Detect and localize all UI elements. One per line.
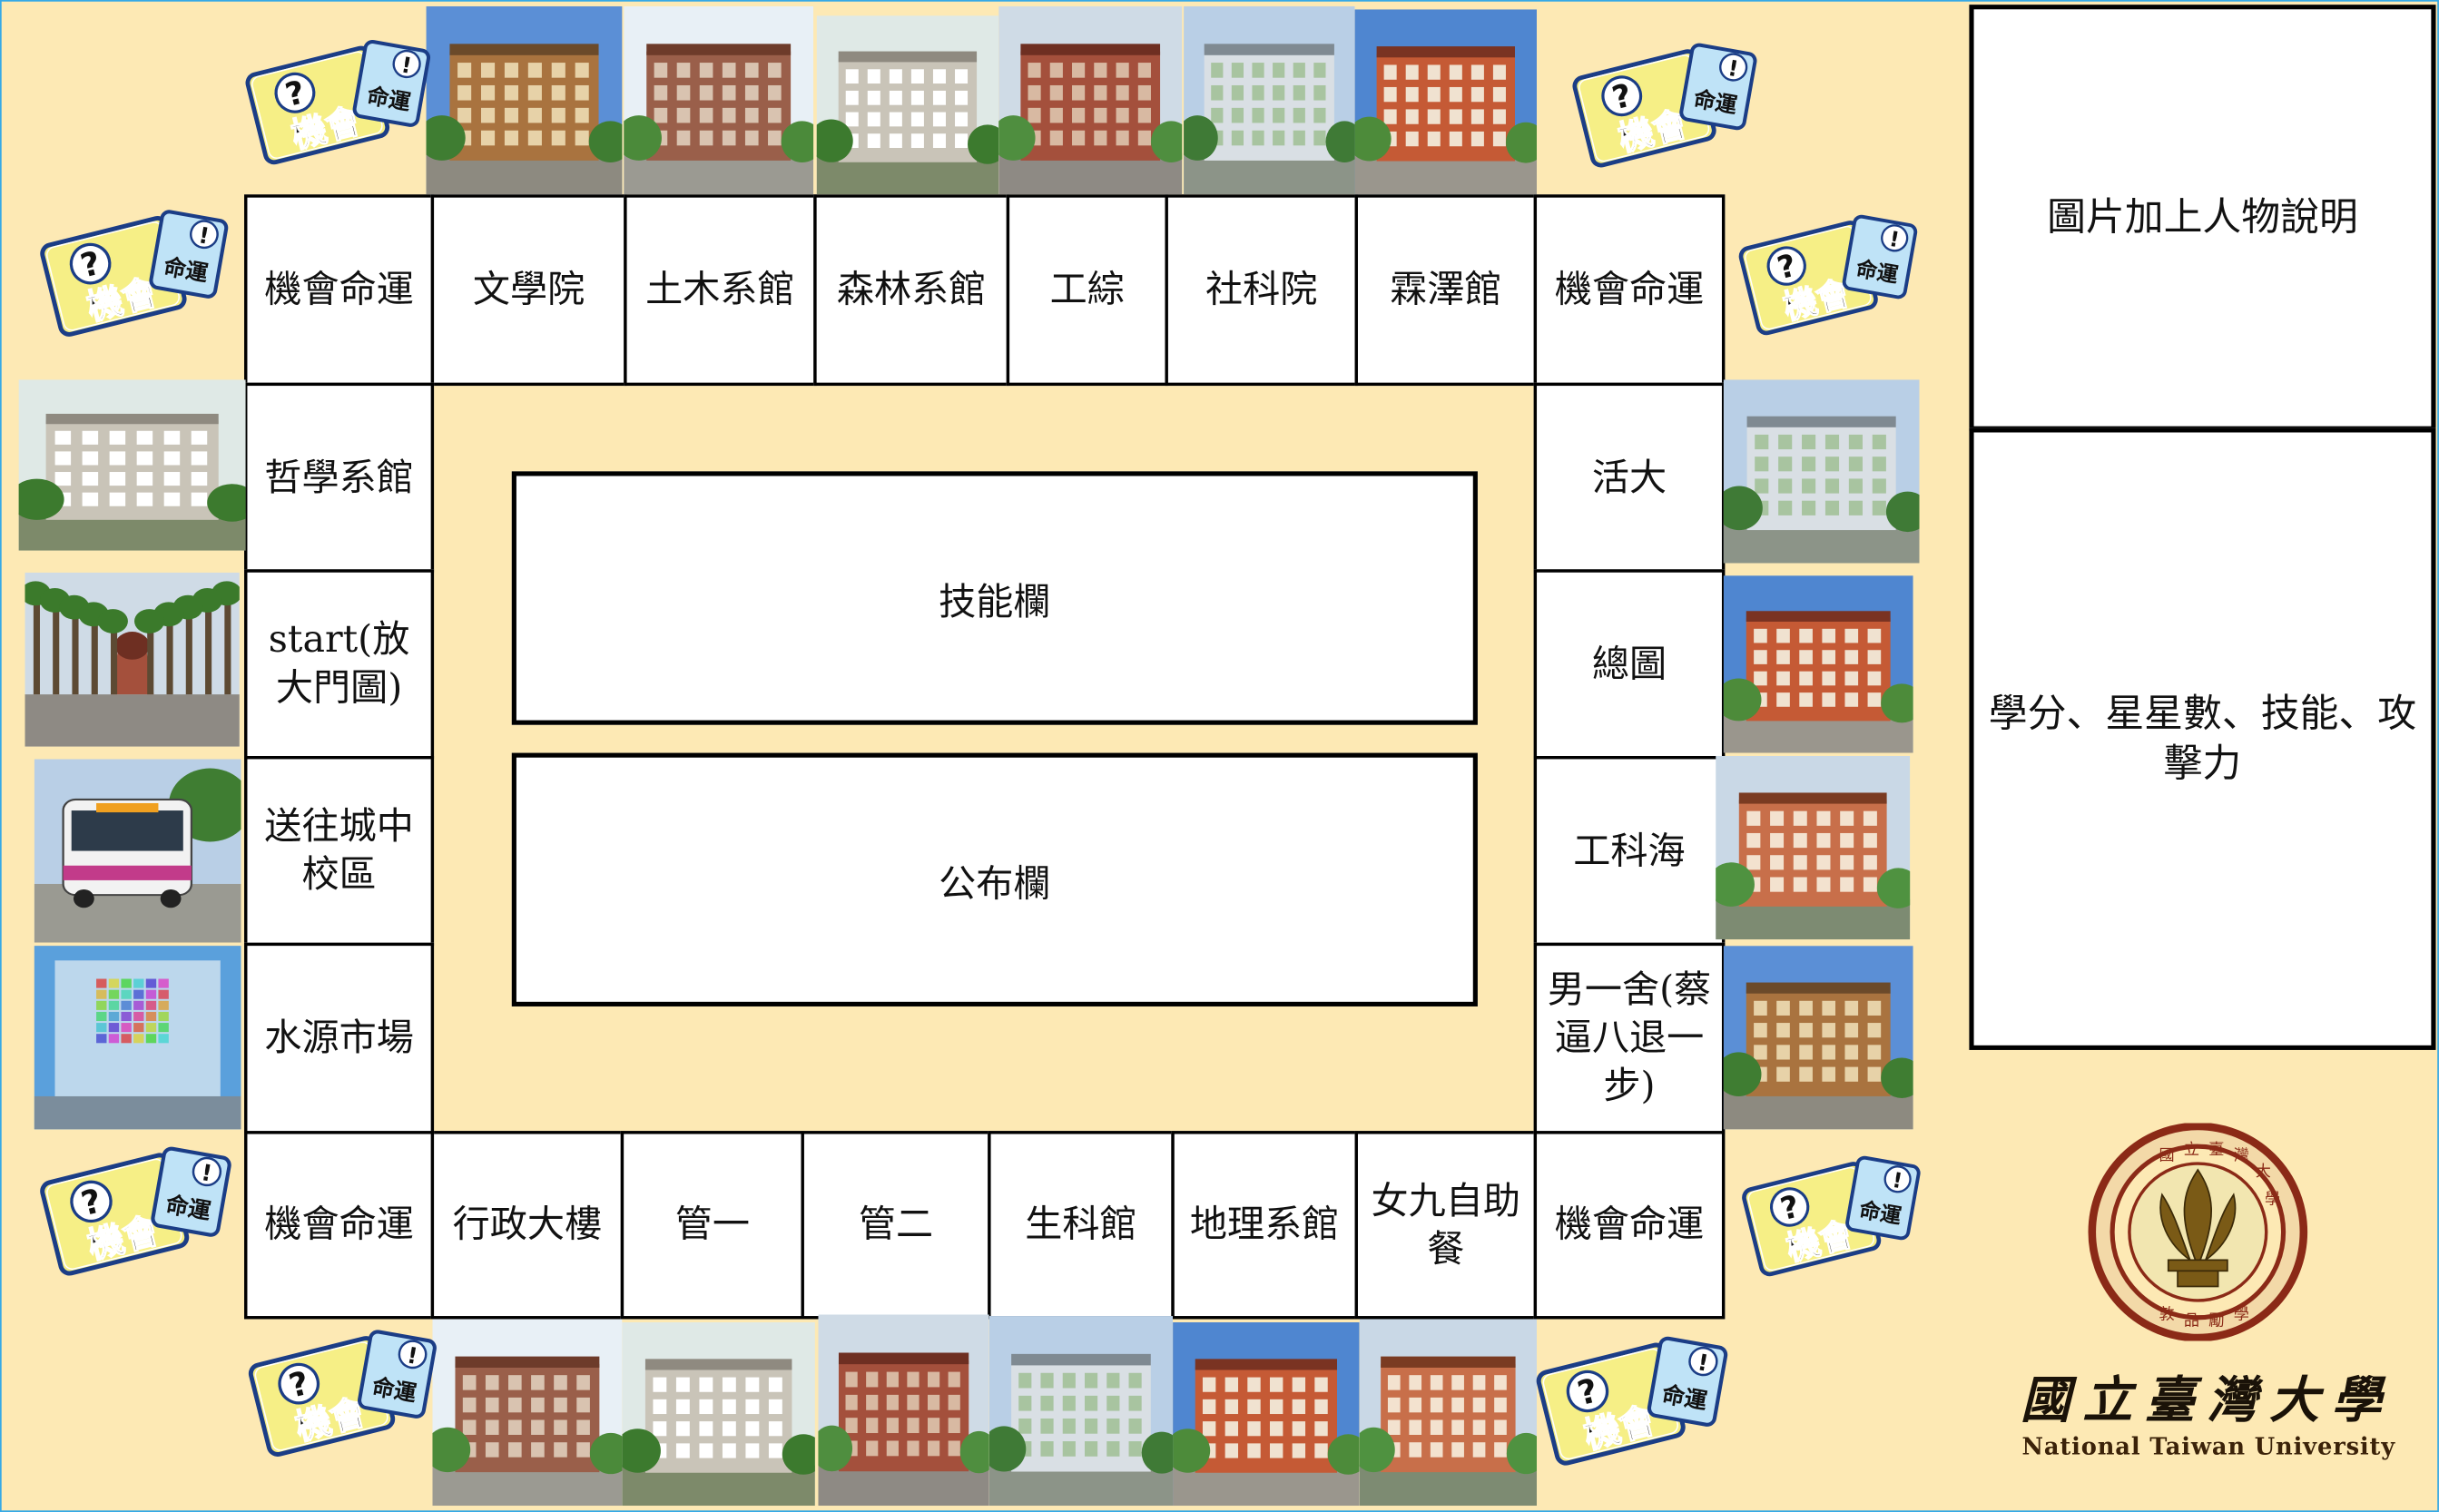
board-space[interactable]: 水源市場 [244,942,435,1134]
board-space[interactable]: 霖澤館 [1354,194,1538,387]
space-label: 水源市場 [264,1016,414,1060]
shuiyuan-market-photo [34,946,241,1130]
board-space[interactable]: 女九自助餐 [1354,1131,1538,1320]
space-label: 機會命運 [264,1202,414,1246]
board-space[interactable]: 送往城中校區 [244,756,435,947]
board-space[interactable]: 地理系館 [1171,1131,1358,1320]
space-label: 生科館 [1025,1202,1137,1246]
chance-card-icon [252,1325,436,1468]
space-label: 霖澤館 [1390,267,1502,311]
space-label: 森林系館 [836,267,987,311]
player-stats-label: 學分、星星數、技能、攻擊力 [1988,691,2417,786]
space-label: start(放大門圖) [268,617,410,710]
chance-card-icon [1742,210,1916,347]
womens-dorm-photo [1359,1319,1538,1507]
geography-photo [1173,1321,1360,1507]
svg-text:學: 學 [2265,1191,2280,1209]
board-space[interactable]: 男一舍(蔡逼八退一步) [1533,942,1726,1134]
bulletin-panel-label: 公布欄 [939,861,1051,906]
board-space[interactable]: 工科海 [1533,756,1726,947]
space-label: 行政大樓 [452,1202,603,1246]
space-label: 送往城中校區 [264,804,414,897]
university-english-name: National Taiwan University [2021,1432,2396,1461]
space-label: 工科海 [1573,828,1686,872]
space-label: 機會命運 [1554,1202,1705,1246]
chance-card-icon [249,34,429,178]
space-label: 男一舍(蔡逼八退一步) [1547,967,1712,1108]
space-label: 管一 [674,1202,750,1246]
space-label: 哲學系館 [264,455,414,499]
chance-card-icon [1539,1335,1726,1475]
svg-text:品: 品 [2184,1311,2199,1330]
space-label: 工綜 [1049,267,1125,311]
board-space[interactable]: 工綜 [1006,194,1168,387]
space-label: 社科院 [1205,267,1318,311]
university-script-name: 國立臺灣大學 [2020,1370,2395,1430]
space-label: 女九自助餐 [1371,1178,1521,1271]
svg-text:學: 學 [2234,1305,2249,1323]
campus-bus-photo [34,759,241,943]
svg-text:臺: 臺 [2208,1141,2224,1159]
board-space[interactable]: 行政大樓 [430,1131,625,1320]
svg-text:敦: 敦 [2159,1305,2174,1323]
engineering-complex-photo [998,5,1183,195]
svg-text:立: 立 [2184,1141,2199,1159]
chance-space[interactable]: 機會命運 [1533,194,1726,387]
forestry-photo [816,15,999,195]
board-space[interactable]: 生科館 [988,1131,1175,1320]
university-emblem: 國立臺灣 大學 敦品勵學 [2066,1122,2330,1342]
literature-hall-photo [426,5,623,195]
board-space[interactable]: 管一 [620,1131,804,1320]
chance-space[interactable]: 機會命運 [1533,1131,1726,1320]
player-stats-panel: 學分、星星數、技能、攻擊力 [1969,427,2436,1050]
skills-panel: 技能欄 [511,471,1478,725]
chance-space[interactable]: 機會命運 [244,1131,435,1320]
student-activity-center-photo [1723,379,1920,564]
board-space[interactable]: 哲學系館 [244,382,435,573]
board-space[interactable]: 管二 [801,1131,991,1320]
administration-building-photo [432,1319,623,1507]
chance-card-icon [1574,44,1757,174]
board-space[interactable]: start(放大門圖) [244,569,435,760]
character-info-label: 圖片加上人物說明 [2047,194,2358,240]
mens-dorm-photo [1723,946,1913,1130]
board-space[interactable]: 文學院 [430,194,627,387]
space-label: 活大 [1591,455,1667,499]
chance-card-icon [44,202,227,352]
svg-text:大: 大 [2256,1163,2271,1181]
main-gate-palm-photo [25,572,240,747]
character-info-panel: 圖片加上人物說明 [1969,5,2436,431]
game-board: 機會命運 文學院 土木系館 森林系館 工綜 社科院 霖澤館 機會命運 機會命運 行政大樓 管一 管二生… [0,0,2439,1512]
svg-text:勵: 勵 [2208,1311,2224,1330]
chance-space[interactable]: 機會命運 [244,194,435,387]
board-space[interactable]: 土木系館 [624,194,817,387]
bulletin-panel: 公布欄 [511,752,1478,1006]
life-science-photo [988,1316,1174,1507]
management-one-photo [622,1321,815,1507]
chance-card-icon [44,1144,231,1287]
space-label: 機會命運 [1554,267,1705,311]
space-label: 機會命運 [264,267,414,311]
civil-engineering-photo [624,5,814,195]
space-label: 總圖 [1591,642,1667,686]
space-label: 地理系館 [1189,1202,1340,1246]
skills-panel-label: 技能欄 [939,580,1051,624]
main-library-photo [1723,575,1913,753]
space-label: 管二 [858,1202,934,1246]
board-space[interactable]: 森林系館 [813,194,1010,387]
management-two-photo [818,1314,989,1507]
space-label: 文學院 [472,267,585,311]
space-label: 土木系館 [645,267,795,311]
chance-card-icon [1746,1148,1920,1291]
board-space[interactable]: 總圖 [1533,569,1726,760]
engineering-science-photo [1716,756,1911,940]
social-science-photo [1184,5,1355,195]
linze-hall-photo [1354,9,1538,195]
svg-text:灣: 灣 [2234,1147,2249,1165]
board-space[interactable]: 活大 [1533,382,1726,573]
board-space[interactable]: 社科院 [1165,194,1358,387]
philosophy-photo [18,379,246,551]
svg-text:國: 國 [2159,1147,2174,1165]
